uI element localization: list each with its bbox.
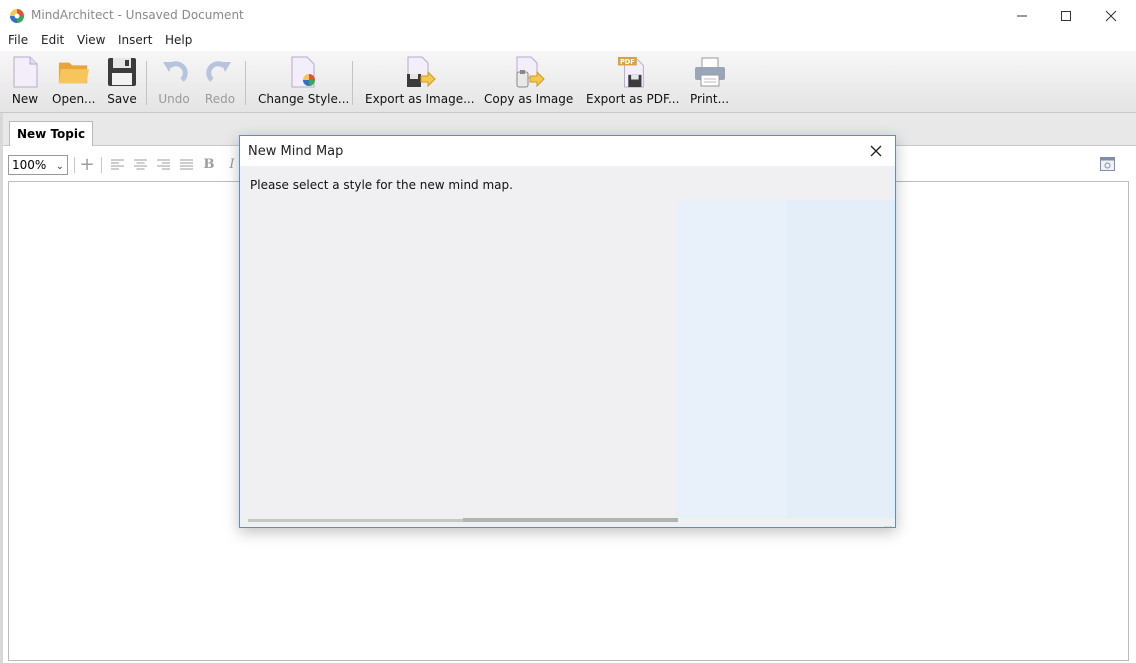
copy-image-button[interactable]: Copy as Image: [484, 55, 573, 111]
italic-icon[interactable]: I: [224, 156, 240, 172]
menu-edit[interactable]: Edit: [41, 33, 64, 47]
dialog-title: New Mind Map: [248, 144, 344, 159]
style-palette-icon: [291, 56, 315, 88]
save-button[interactable]: Save: [106, 55, 138, 111]
app-logo-icon: [10, 9, 24, 23]
menu-insert[interactable]: Insert: [118, 33, 152, 47]
toolbar-separator: [352, 61, 353, 105]
close-window-button[interactable]: [1088, 0, 1134, 31]
align-right-icon[interactable]: [155, 156, 171, 172]
toolbar: New Open... Save Undo Redo Change Style.…: [0, 51, 1136, 113]
undo-icon: [163, 61, 188, 82]
dialog-close-button[interactable]: [866, 141, 886, 161]
maximize-button[interactable]: [1043, 0, 1089, 31]
format-separator: [74, 157, 75, 173]
minimize-button[interactable]: [999, 0, 1045, 31]
floppy-disk-icon: [108, 58, 136, 86]
export-pdf-icon: PDF: [617, 56, 644, 88]
menu-file[interactable]: File: [8, 33, 28, 47]
toolbar-separator: [146, 61, 147, 105]
dialog-title-bar: New Mind Map: [240, 136, 895, 166]
change-style-button[interactable]: Change Style...: [258, 55, 349, 111]
export-pdf-button[interactable]: PDF Export as PDF...: [586, 55, 679, 111]
print-button[interactable]: Print...: [690, 55, 729, 111]
maximize-icon: [1061, 10, 1071, 21]
add-topic-icon[interactable]: +: [79, 154, 95, 175]
align-left-icon[interactable]: [109, 156, 125, 172]
zoom-select[interactable]: 100% ⌄: [8, 155, 68, 175]
bold-icon[interactable]: B: [201, 156, 217, 172]
new-document-icon: [13, 56, 38, 88]
menu-view[interactable]: View: [77, 33, 105, 47]
minimize-icon: [1017, 15, 1027, 16]
left-edge: [0, 113, 3, 663]
window-title: MindArchitect - Unsaved Document: [31, 8, 244, 22]
align-center-icon[interactable]: [132, 156, 148, 172]
menu-help[interactable]: Help: [165, 33, 192, 47]
toolbar-separator: [245, 61, 246, 105]
close-icon: [870, 145, 882, 157]
tab-new-topic[interactable]: New Topic: [9, 121, 94, 147]
redo-button[interactable]: Redo: [204, 55, 236, 111]
horizontal-scrollbar-thumb[interactable]: [463, 518, 678, 522]
open-button[interactable]: Open...: [52, 55, 96, 111]
redo-icon: [206, 61, 231, 82]
new-button[interactable]: New: [9, 55, 41, 111]
align-justify-icon[interactable]: [178, 156, 194, 172]
export-image-button[interactable]: Export as Image...: [365, 55, 475, 111]
chevron-down-icon: ⌄: [55, 161, 64, 172]
close-icon: [1105, 10, 1117, 21]
title-bar: MindArchitect - Unsaved Document: [0, 0, 1136, 31]
new-mind-map-dialog: New Mind Map Please select a style for t…: [239, 135, 896, 531]
copy-image-icon: [516, 56, 545, 88]
undo-button[interactable]: Undo: [158, 55, 190, 111]
pdf-badge-text: PDF: [620, 58, 635, 66]
menu-bar: File Edit View Insert Help: [0, 31, 1136, 51]
format-separator: [101, 157, 102, 173]
style-option-highlight[interactable]: [787, 200, 895, 518]
folder-icon: [58, 62, 89, 84]
zoom-value: 100%: [12, 158, 47, 172]
resize-grip-icon[interactable]: ⋯: [884, 522, 892, 531]
dialog-message: Please select a style for the new mind m…: [250, 178, 513, 192]
export-image-icon: [406, 56, 436, 88]
panel-toggle-icon[interactable]: [1099, 156, 1115, 172]
printer-icon: [694, 57, 725, 87]
